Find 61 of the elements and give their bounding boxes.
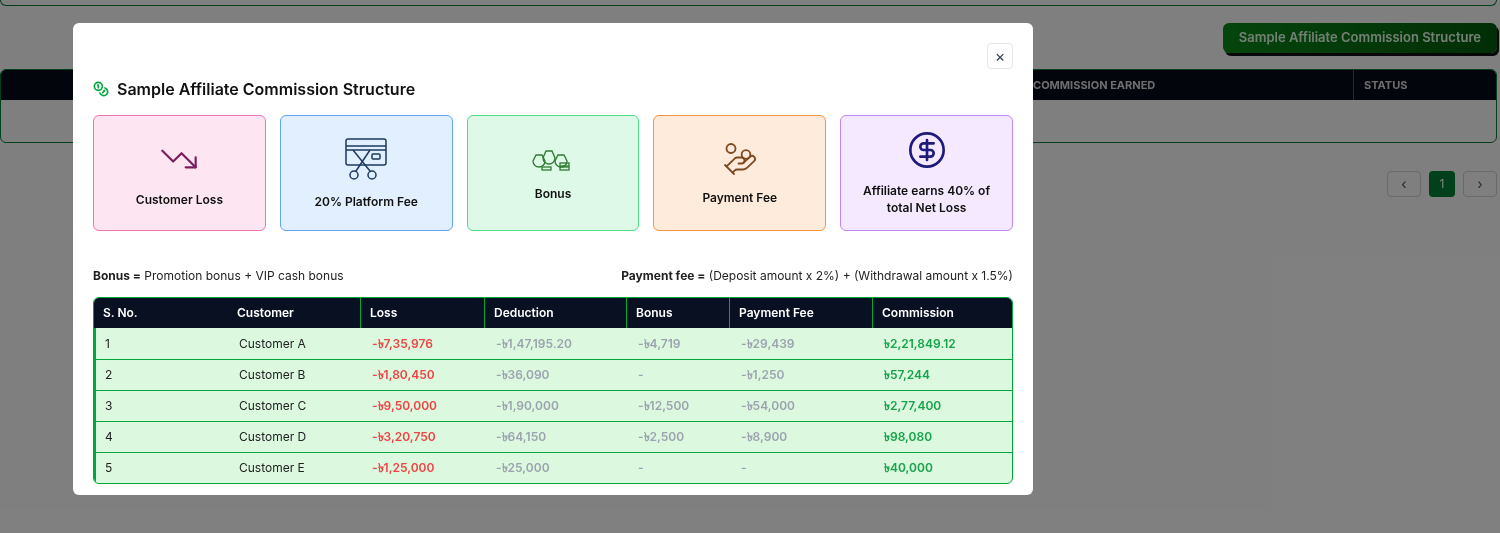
table-cell-text: -৳36,090 xyxy=(495,366,551,384)
formula-note: Payment fee = (Deposit amount x 2%) + (Withdrawal amount x 1.5%) xyxy=(621,267,1013,285)
table-cell-text: ৳98,080 xyxy=(883,428,934,446)
column-header: S. No. xyxy=(102,304,139,322)
table-cell-text: -৳1,80,450 xyxy=(371,366,436,384)
table-cell-text: -৳25,000 xyxy=(495,459,551,477)
table-cell-text: ৳57,244 xyxy=(883,366,932,384)
table-cell-text: -৳4,719 xyxy=(637,334,682,353)
table-cell-text: Customer C xyxy=(238,397,308,415)
modal-title: Sample Affiliate Commission Structure xyxy=(117,78,416,101)
table-cell-text: -৳54,000 xyxy=(740,397,796,415)
card-label: Customer Loss xyxy=(135,190,223,208)
coins-icon xyxy=(93,81,109,97)
card-scissors-icon xyxy=(344,136,389,181)
card-label: Bonus xyxy=(534,184,572,202)
table-cell-text: 4 xyxy=(104,428,114,446)
table-cell-text: ৳2,21,849.12 xyxy=(883,334,957,353)
column-header: Commission xyxy=(881,304,955,322)
column-header: COMMISSION EARNED xyxy=(1033,76,1157,94)
table-cell-text: ৳40,000 xyxy=(883,459,934,477)
column-header: STATUS xyxy=(1353,70,1408,100)
hand-money-icon xyxy=(721,140,758,177)
table-cell-text: Customer A xyxy=(238,334,307,353)
table-cell-text: -৳8,900 xyxy=(740,428,789,446)
table-cell-text: -৳1,25,000 xyxy=(371,459,436,477)
table-cell-text: 2 xyxy=(104,366,114,384)
table-cell-text: -৳1,47,195.20 xyxy=(495,334,573,353)
page-button[interactable]: 1 xyxy=(1429,171,1455,197)
table-cell-text: Customer E xyxy=(238,459,306,477)
card-label: Affiliate earns 40% of total Net Loss xyxy=(862,182,992,216)
table-cell-text: - xyxy=(740,459,748,477)
table-cell-text: ৳2,77,400 xyxy=(883,397,943,415)
card-label: Payment Fee xyxy=(702,188,778,206)
table-cell-text: -৳7,35,976 xyxy=(371,334,434,353)
table-cell-text: Customer D xyxy=(238,428,308,446)
dollar-network-icon xyxy=(906,130,947,170)
table-cell-text: -৳64,150 xyxy=(495,428,548,446)
column-header: Bonus xyxy=(627,298,730,328)
table-cell-text: -৳1,250 xyxy=(740,366,786,384)
previous-page-button[interactable]: ‹ xyxy=(1387,171,1421,197)
table-cell-text: - xyxy=(637,459,645,477)
table-cell-text: -৳2,500 xyxy=(637,428,686,446)
table-cell-text: -৳9,50,000 xyxy=(371,397,438,415)
column-header: Customer xyxy=(228,298,361,328)
table-cell-text: 1 xyxy=(104,334,111,353)
table-cell-text: - xyxy=(637,366,645,384)
table-cell-text: 5 xyxy=(104,459,114,477)
table-cell-text: -৳3,20,750 xyxy=(371,428,437,446)
next-page-button[interactable]: › xyxy=(1463,171,1497,197)
sample-structure-button[interactable]: Sample Affiliate Commission Structure xyxy=(1222,23,1497,53)
table-cell-text: -৳1,90,000 xyxy=(495,397,560,415)
formula-note: Bonus = Promotion bonus + VIP cash bonus xyxy=(93,267,344,285)
close-button[interactable]: × xyxy=(987,43,1013,69)
column-header: Deduction xyxy=(485,298,627,328)
card-label: 20% Platform Fee xyxy=(314,192,418,210)
table-cell-text: 3 xyxy=(104,397,114,415)
table-cell-text: Customer B xyxy=(238,366,307,384)
column-header: Payment Fee xyxy=(730,298,873,328)
column-header: Loss xyxy=(361,298,485,328)
table-cell-text: -৳29,439 xyxy=(740,334,796,353)
table-cell-text: -৳12,500 xyxy=(637,397,691,415)
